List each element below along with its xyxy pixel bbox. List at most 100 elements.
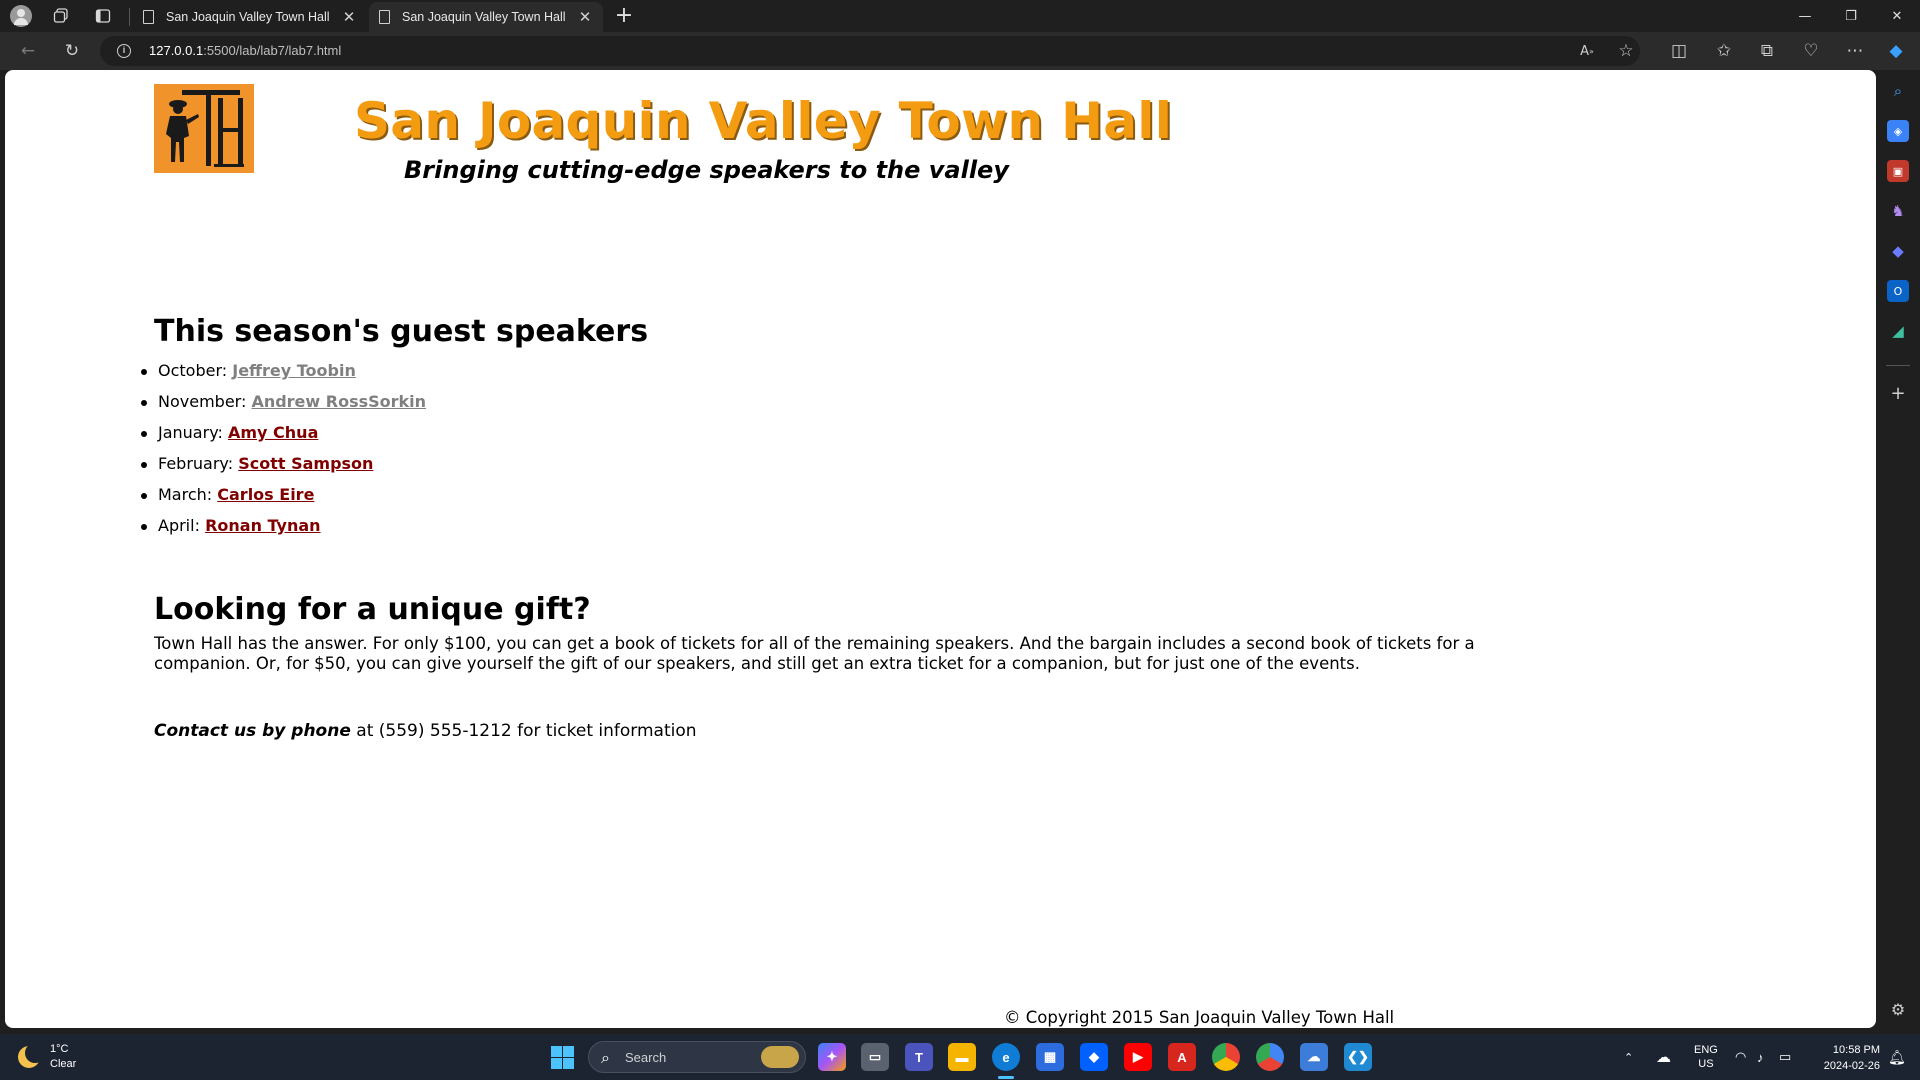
taskbar-search[interactable]: ⌕ Search: [588, 1041, 806, 1073]
speakers-list: October: Jeffrey Toobin November: Andrew…: [140, 361, 426, 547]
battery-icon[interactable]: ▭: [1779, 1034, 1791, 1080]
language-indicator[interactable]: ENG US: [1694, 1034, 1718, 1080]
chrome-profile-icon[interactable]: [1256, 1043, 1284, 1071]
page-viewport: San Joaquin Valley Town Hall Bringing cu…: [5, 70, 1876, 1028]
cloud-app-icon[interactable]: ☁: [1300, 1043, 1328, 1071]
speaker-link-eire[interactable]: Carlos Eire: [217, 485, 314, 504]
add-icon[interactable]: +: [1887, 382, 1909, 404]
speaker-link-chua[interactable]: Amy Chua: [228, 423, 318, 442]
contact-lead: Contact us by phone: [154, 721, 351, 741]
edge-sidebar: ⌕ ◈ ▣ ♞ ◆ O ◢ + ⚙: [1876, 70, 1920, 1034]
close-window-button[interactable]: ✕: [1874, 0, 1920, 32]
wifi-icon[interactable]: ◠: [1735, 1034, 1746, 1080]
copilot-icon[interactable]: ◆: [1884, 39, 1908, 63]
start-button[interactable]: [548, 1043, 576, 1071]
copilot-app-icon[interactable]: ✦: [818, 1043, 846, 1071]
address-bar[interactable]: i 127.0.0.1:5500/lab/lab7/lab7.html: [100, 36, 1640, 66]
speaker-link-tynan[interactable]: Ronan Tynan: [205, 516, 320, 535]
weather-desc: Clear: [50, 1058, 77, 1070]
tab-strip: San Joaquin Valley Town Hall ✕ San Joaqu…: [0, 0, 1920, 32]
shopping-tag-icon[interactable]: ◈: [1887, 120, 1909, 142]
split-screen-icon[interactable]: ◫: [1667, 39, 1691, 63]
chrome-icon[interactable]: [1212, 1043, 1240, 1071]
workspaces-icon[interactable]: [50, 5, 72, 27]
list-item: January: Amy Chua: [140, 423, 426, 454]
close-tab-icon[interactable]: ✕: [341, 8, 357, 26]
profile-icon[interactable]: [10, 5, 32, 27]
system-clock[interactable]: 10:58 PM 2024-02-26: [1810, 1042, 1880, 1074]
new-tab-button[interactable]: +: [614, 3, 634, 29]
site-info-icon[interactable]: i: [117, 44, 131, 58]
favorite-star-icon[interactable]: ☆: [1614, 39, 1638, 63]
url-text[interactable]: 127.0.0.1:5500/lab/lab7/lab7.html: [149, 43, 341, 58]
show-hidden-icons[interactable]: ⌃: [1624, 1034, 1633, 1080]
read-aloud-icon[interactable]: A»: [1575, 39, 1599, 63]
list-item: November: Andrew RossSorkin: [140, 392, 426, 423]
settings-gear-icon[interactable]: ⚙: [1887, 998, 1909, 1020]
teams-icon[interactable]: T: [905, 1043, 933, 1071]
vertical-tabs-icon[interactable]: [92, 5, 114, 27]
speaker-link-sorkin[interactable]: Andrew RossSorkin: [251, 392, 426, 411]
site-tagline: Bringing cutting-edge speakers to the va…: [404, 156, 1009, 184]
page-icon: [143, 10, 154, 24]
collections-icon[interactable]: ⧉: [1755, 39, 1779, 63]
notification-bell-icon[interactable]: 🔔︎: [1888, 1034, 1906, 1080]
browser-toolbar: ← ↻ i 127.0.0.1:5500/lab/lab7/lab7.html …: [0, 32, 1920, 70]
copilot-sidebar-icon[interactable]: ◆: [1887, 240, 1909, 262]
refresh-button[interactable]: ↻: [60, 39, 84, 63]
volume-icon[interactable]: ♪: [1757, 1034, 1764, 1080]
tab-1[interactable]: San Joaquin Valley Town Hall ✕: [133, 2, 367, 32]
search-icon[interactable]: ⌕: [1887, 80, 1909, 102]
dropbox-icon[interactable]: ◆: [1080, 1043, 1108, 1071]
tab-separator: [129, 8, 130, 26]
store-icon[interactable]: ▦: [1036, 1043, 1064, 1071]
search-icon: ⌕: [601, 1048, 610, 1067]
list-item: March: Carlos Eire: [140, 485, 426, 516]
drop-icon[interactable]: ◢: [1887, 320, 1909, 342]
speakers-heading: This season's guest speakers: [154, 314, 649, 349]
tools-icon[interactable]: ▣: [1887, 160, 1909, 182]
town-hall-logo: [154, 84, 254, 173]
page-icon: [379, 10, 390, 24]
gift-paragraph: Town Hall has the answer. For only $100,…: [154, 634, 1475, 673]
tab-title: San Joaquin Valley Town Hall: [402, 10, 566, 24]
active-app-indicator: [998, 1076, 1014, 1079]
favorites-icon[interactable]: ✩: [1712, 39, 1736, 63]
clock-time: 10:58 PM: [1832, 1044, 1880, 1056]
minimize-button[interactable]: —: [1782, 0, 1828, 32]
site-title: San Joaquin Valley Town Hall: [354, 92, 1173, 150]
search-placeholder: Search: [625, 1050, 667, 1065]
youtube-icon[interactable]: ▶: [1124, 1043, 1152, 1071]
outlook-icon[interactable]: O: [1887, 280, 1909, 302]
list-item: April: Ronan Tynan: [140, 516, 426, 547]
moon-icon: [18, 1043, 45, 1068]
task-view-icon[interactable]: ▭: [861, 1043, 889, 1071]
gift-heading: Looking for a unique gift?: [154, 592, 591, 627]
sidebar-separator: [1886, 365, 1910, 366]
weather-temp: 1°C: [50, 1043, 69, 1055]
edge-icon[interactable]: e: [992, 1043, 1020, 1071]
windows-taskbar: 1°C Clear ⌕ Search ✦ ▭ T ▬ e ▦ ◆ ▶ A ☁ ❮…: [0, 1034, 1920, 1080]
close-tab-icon[interactable]: ✕: [577, 8, 593, 26]
list-item: February: Scott Sampson: [140, 454, 426, 485]
file-explorer-icon[interactable]: ▬: [948, 1043, 976, 1071]
onedrive-icon[interactable]: ☁: [1656, 1034, 1671, 1080]
speaker-link-sampson[interactable]: Scott Sampson: [238, 454, 373, 473]
acrobat-icon[interactable]: A: [1168, 1043, 1196, 1071]
list-item: October: Jeffrey Toobin: [140, 361, 426, 392]
tab-title: San Joaquin Valley Town Hall: [166, 10, 330, 24]
page-footer: © Copyright 2015 San Joaquin Valley Town…: [1004, 1008, 1395, 1027]
games-icon[interactable]: ♞: [1887, 200, 1909, 222]
search-highlight-icon: [761, 1046, 799, 1068]
contact-text: at (559) 555-1212 for ticket information: [350, 721, 697, 741]
contact-line: Contact us by phone at (559) 555-1212 fo…: [154, 721, 697, 741]
vscode-icon[interactable]: ❮❯: [1344, 1043, 1372, 1071]
restore-button[interactable]: ❐: [1828, 0, 1874, 32]
speaker-link-toobin[interactable]: Jeffrey Toobin: [232, 361, 356, 380]
clock-date: 2024-02-26: [1823, 1060, 1880, 1072]
more-menu-icon[interactable]: ⋯: [1843, 39, 1867, 63]
browser-essentials-icon[interactable]: ♡: [1799, 39, 1823, 63]
back-button[interactable]: ←: [16, 39, 40, 63]
weather-widget[interactable]: 1°C Clear: [18, 1042, 76, 1072]
tab-2[interactable]: San Joaquin Valley Town Hall ✕: [369, 2, 603, 32]
